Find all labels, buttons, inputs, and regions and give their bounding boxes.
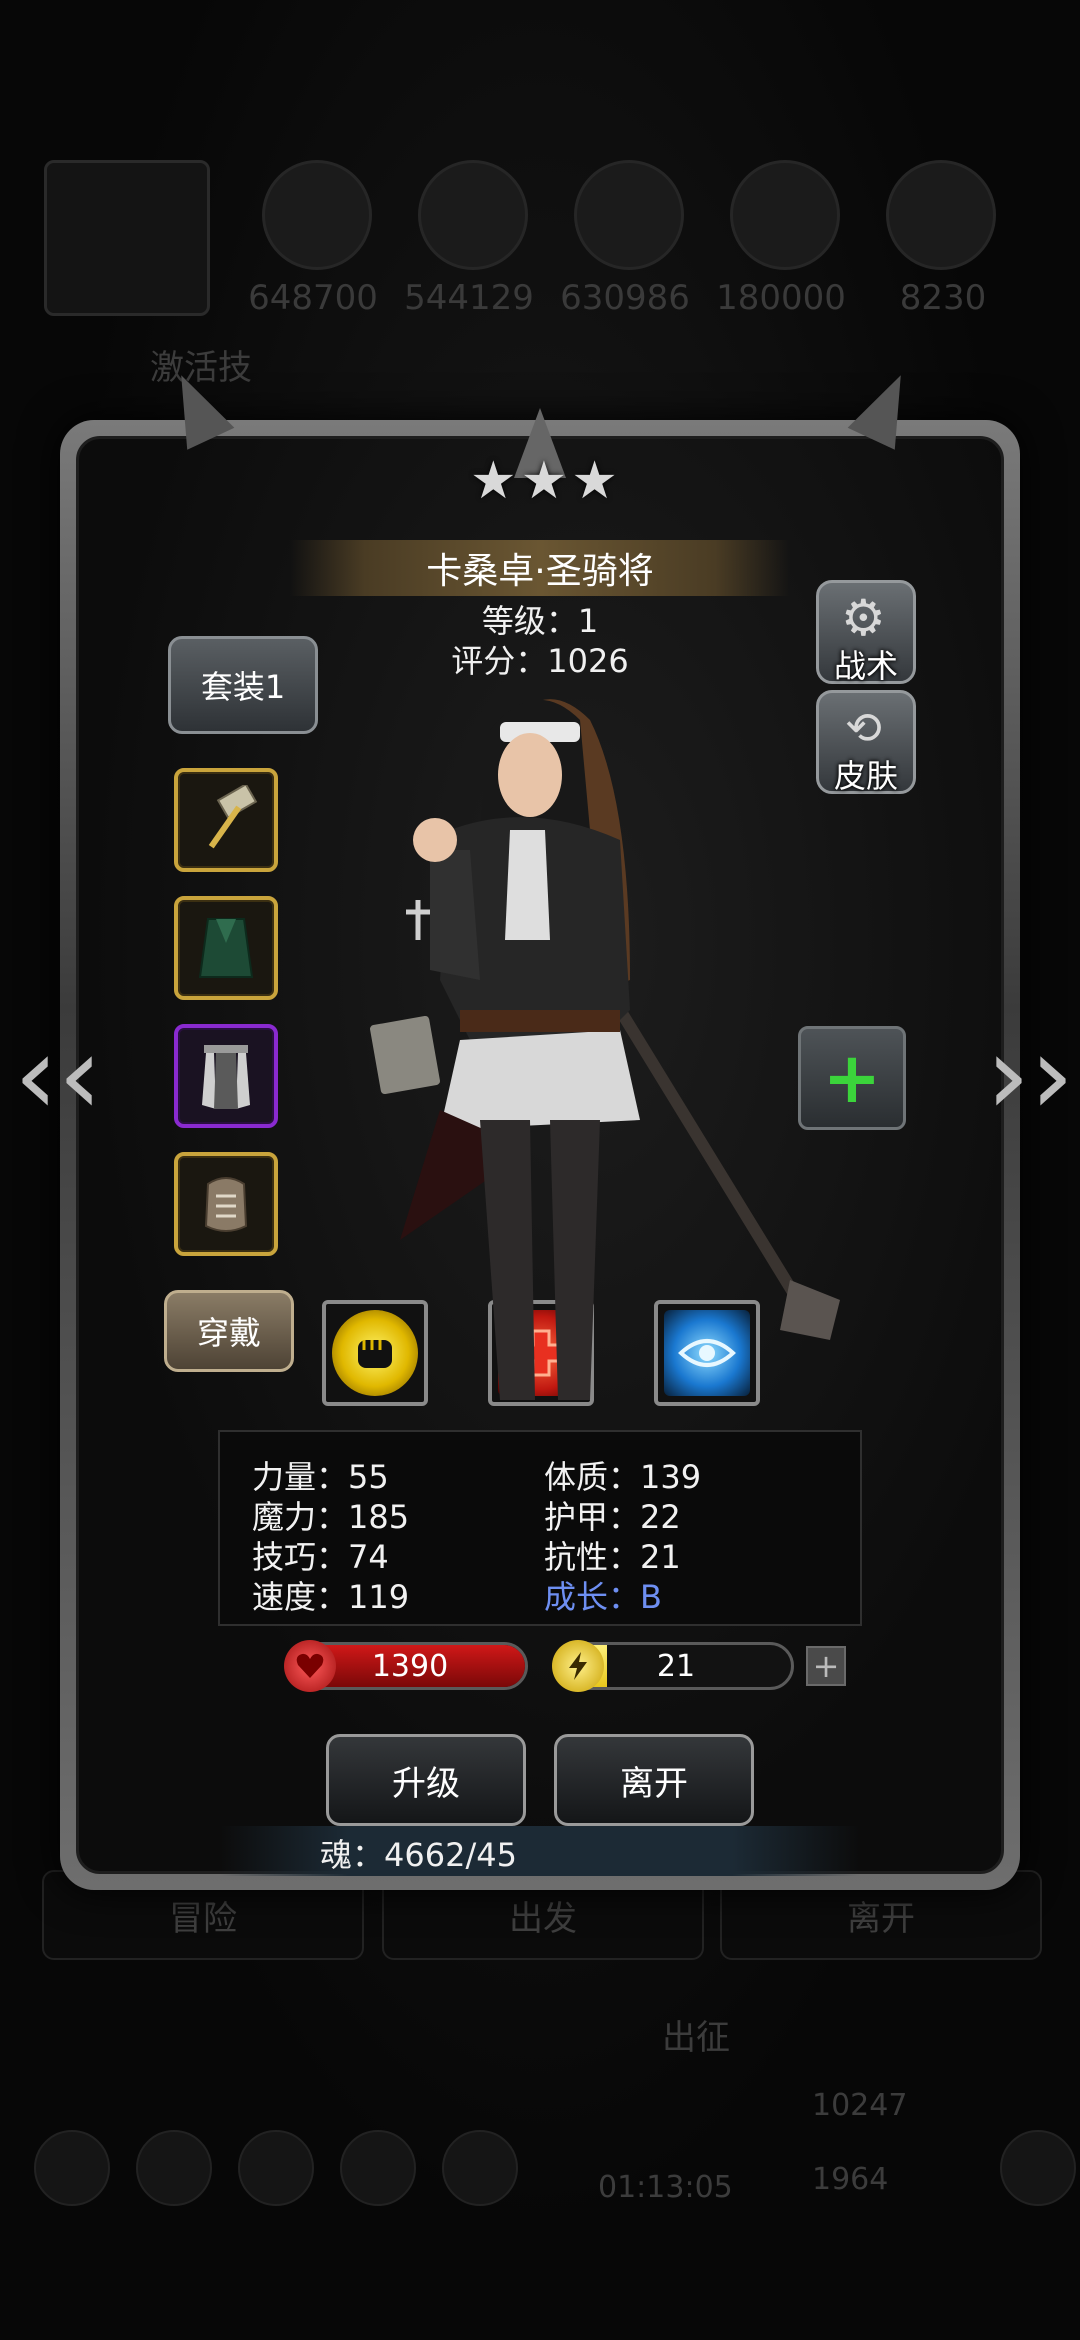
soul-bar xyxy=(220,1826,860,1876)
resource-icon-3 xyxy=(574,160,684,270)
prev-hero-arrow[interactable]: ‹‹ xyxy=(14,1020,102,1130)
hero-portrait xyxy=(330,680,850,1440)
equip-button[interactable]: 穿戴 xyxy=(164,1290,294,1372)
equip-slot-gauntlet[interactable] xyxy=(174,1152,278,1256)
stat-speed: 速度：119 xyxy=(252,1578,410,1616)
background-count-2: 1964 xyxy=(812,2162,889,2197)
star-icon: ★ xyxy=(571,451,618,511)
background-timer: 01:13:05 xyxy=(598,2170,733,2205)
background-menu-icon-5 xyxy=(442,2130,518,2206)
upgrade-button[interactable]: 升级 xyxy=(326,1734,526,1826)
heart-icon xyxy=(284,1640,336,1692)
cloak-icon xyxy=(178,900,274,996)
resource-count-4: 180000 xyxy=(716,278,846,318)
hammer-icon xyxy=(178,772,274,868)
background-menu-icon-2 xyxy=(136,2130,212,2206)
resource-icon-4 xyxy=(730,160,840,270)
resource-count-2: 544129 xyxy=(404,278,534,318)
equip-slot-cloak[interactable] xyxy=(174,896,278,1000)
lightning-icon xyxy=(552,1640,604,1692)
equip-slot-robe[interactable] xyxy=(174,1024,278,1128)
next-hero-arrow[interactable]: ›› xyxy=(986,1020,1074,1130)
resource-count-5: 8230 xyxy=(899,278,987,318)
resource-icon-1 xyxy=(262,160,372,270)
outfit-button[interactable]: 套装1 xyxy=(168,636,318,734)
background-add-icon xyxy=(1000,2130,1076,2206)
resource-count-1: 648700 xyxy=(248,278,378,318)
resource-icon-5 xyxy=(886,160,996,270)
hero-score: 评分：1026 xyxy=(451,642,629,680)
gauntlet-icon xyxy=(178,1156,274,1252)
player-avatar xyxy=(44,160,210,316)
resource-icon-2 xyxy=(418,160,528,270)
add-energy-button[interactable]: + xyxy=(806,1646,846,1686)
background-menu-icon-1 xyxy=(34,2130,110,2206)
background-menu-icon-4 xyxy=(340,2130,416,2206)
stat-growth: 成长：B xyxy=(544,1578,662,1616)
gear-icon: ⚙ xyxy=(841,589,886,647)
tactics-button[interactable]: ⚙ 战术 xyxy=(816,580,916,685)
soul-count: 魂：4662/45 xyxy=(320,1836,517,1874)
background-sortie-label: 出征 xyxy=(662,2018,730,2058)
robe-icon xyxy=(178,1028,274,1124)
resource-count-3: 630986 xyxy=(560,278,690,318)
armor-icon: ⟲ xyxy=(845,703,882,754)
hero-name: 卡桑卓·圣骑将 xyxy=(290,540,790,596)
star-icon: ★ xyxy=(520,451,568,511)
background-menu-icon-3 xyxy=(238,2130,314,2206)
equip-slot-weapon[interactable] xyxy=(174,768,278,872)
leave-button[interactable]: 离开 xyxy=(554,1734,754,1826)
star-rating: ★ ★ ★ xyxy=(470,455,618,507)
background-count-1: 10247 xyxy=(812,2088,908,2123)
star-icon: ★ xyxy=(470,451,517,511)
